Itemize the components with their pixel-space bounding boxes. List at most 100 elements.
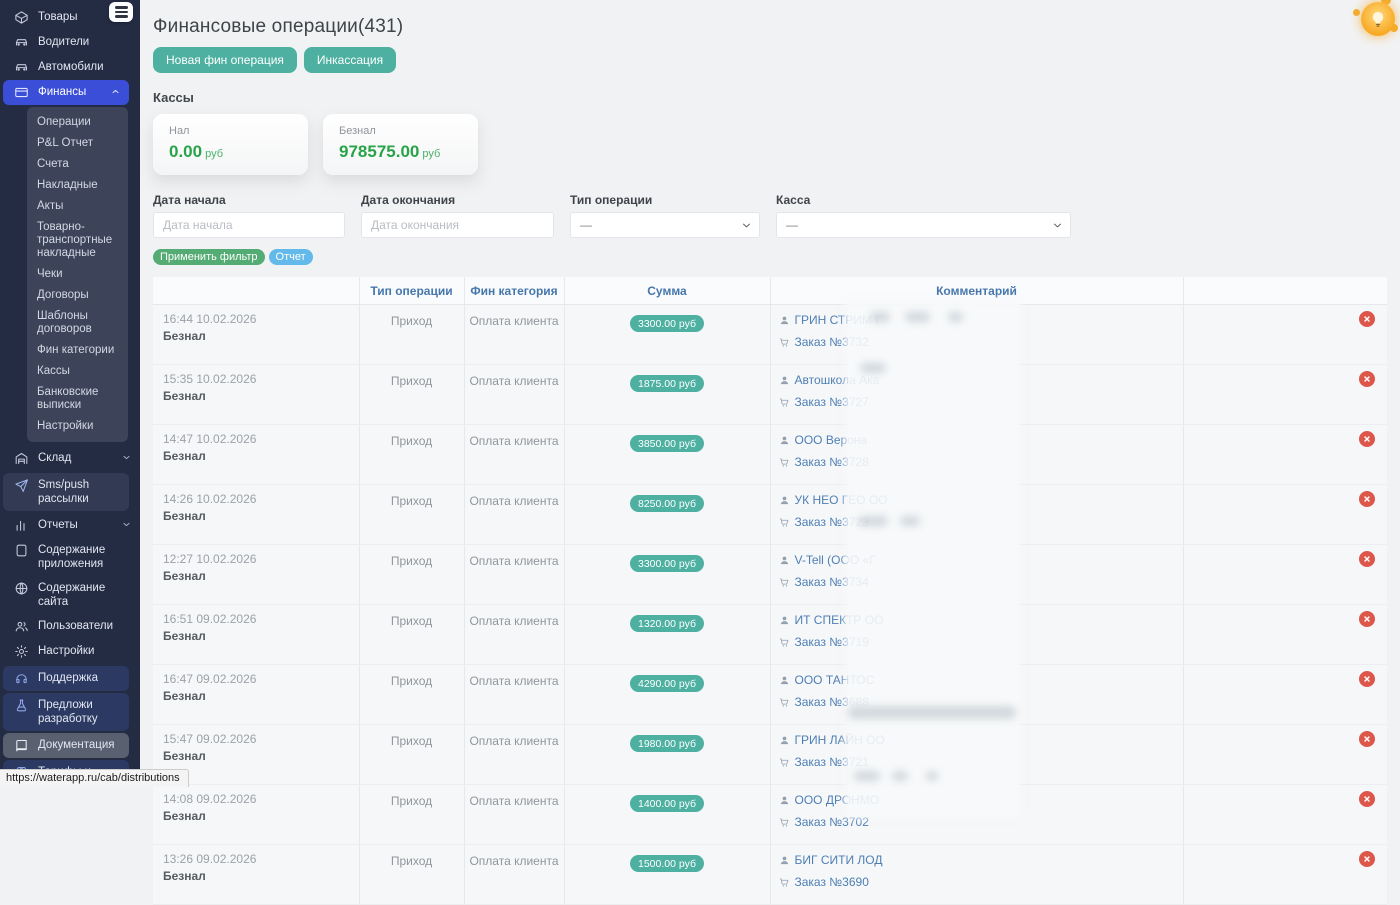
client-link[interactable]: ГРИН ЛАЙН ОО xyxy=(795,733,885,747)
sidebar-item-reports[interactable]: Отчеты xyxy=(0,513,140,538)
sidebar-item-warehouse[interactable]: Склад xyxy=(0,446,140,471)
submenu-item-accounts[interactable]: Счета xyxy=(27,154,128,175)
cash-card-cash: Нал0.00руб xyxy=(153,114,308,175)
sidebar-item-label: Водители xyxy=(38,35,132,49)
submenu-item-contract-templates[interactable]: Шаблоны договоров xyxy=(27,306,128,340)
order-link[interactable]: Заказ №3721 xyxy=(795,755,869,769)
client-link[interactable]: УК НЕО ГЕО ОО xyxy=(795,493,888,507)
operation-type-select[interactable]: — xyxy=(570,212,760,238)
delete-row-button[interactable] xyxy=(1359,731,1375,747)
sidebar-item-site-content[interactable]: Содержание сайта xyxy=(0,576,140,614)
delete-row-button[interactable] xyxy=(1359,491,1375,507)
delete-row-button[interactable] xyxy=(1359,611,1375,627)
report-button[interactable]: Отчет xyxy=(269,249,313,265)
sidebar-item-support[interactable]: Поддержка xyxy=(3,666,129,691)
apply-filter-button[interactable]: Применить фильтр xyxy=(153,249,265,265)
cash-register-select[interactable]: — xyxy=(776,212,1071,238)
operation-datetime: 14:08 09.02.2026 xyxy=(163,792,349,806)
operation-datetime: 15:47 09.02.2026 xyxy=(163,732,349,746)
submenu-item-cash-registers[interactable]: Кассы xyxy=(27,361,128,382)
operation-datetime: 12:27 10.02.2026 xyxy=(163,552,349,566)
client-link[interactable]: ООО ДРОНМО xyxy=(795,793,880,807)
delete-row-button[interactable] xyxy=(1359,851,1375,867)
client-link[interactable]: ООО ТАНТОС xyxy=(795,673,875,687)
sidebar-item-documentation[interactable]: Документация xyxy=(3,733,129,758)
client-link[interactable]: ООО Верона xyxy=(795,433,868,447)
delete-row-button[interactable] xyxy=(1359,551,1375,567)
submenu-item-pnl-report[interactable]: P&L Отчет xyxy=(27,133,128,154)
submenu-item-bank-statements[interactable]: Банковские выписки xyxy=(27,382,128,416)
submenu-item-acts[interactable]: Акты xyxy=(27,196,128,217)
operation-datetime: 14:26 10.02.2026 xyxy=(163,492,349,506)
collection-button[interactable]: Инкассация xyxy=(304,47,396,73)
sidebar-item-suggest-feature[interactable]: Предложи разработку xyxy=(3,693,129,731)
delete-row-button[interactable] xyxy=(1359,371,1375,387)
client-link[interactable]: Автошкола Ака xyxy=(795,373,880,387)
table-row: 13:26 09.02.2026 Безнал Приход Оплата кл… xyxy=(153,845,1387,905)
client-link[interactable]: БИГ СИТИ ЛОД xyxy=(795,853,883,867)
sidebar-toggle-button[interactable] xyxy=(109,2,133,22)
table-row: 14:08 09.02.2026 Безнал Приход Оплата кл… xyxy=(153,785,1387,845)
submenu-item-fin-categories[interactable]: Фин категории xyxy=(27,340,128,361)
date-start-input[interactable] xyxy=(153,212,345,238)
client-link[interactable]: ИТ СПЕКТР ОО xyxy=(795,613,884,627)
fin-category: Оплата клиента xyxy=(464,425,564,485)
sidebar-item-label: Автомобили xyxy=(38,60,132,74)
fin-category: Оплата клиента xyxy=(464,785,564,845)
cart-icon xyxy=(779,397,790,408)
cart-icon xyxy=(779,877,790,888)
delete-row-button[interactable] xyxy=(1359,671,1375,687)
date-end-input[interactable] xyxy=(361,212,554,238)
submenu-item-waybills[interactable]: Накладные xyxy=(27,175,128,196)
client-link[interactable]: ГРИН СТРИМ Г xyxy=(795,313,882,327)
operation-datetime: 13:26 09.02.2026 xyxy=(163,852,349,866)
amount-badge: 3300.00 руб xyxy=(630,315,704,332)
sidebar-item-cars[interactable]: Автомобили xyxy=(0,55,140,80)
table-row: 16:51 09.02.2026 Безнал Приход Оплата кл… xyxy=(153,605,1387,665)
currency-label: руб xyxy=(422,148,440,160)
submenu-item-transport-waybills[interactable]: Товарно-транспортные накладные xyxy=(27,217,128,264)
delete-row-button[interactable] xyxy=(1359,431,1375,447)
cash-card-cashless: Безнал978575.00руб xyxy=(323,114,478,175)
sidebar-item-label: Sms/push рассылки xyxy=(38,478,121,506)
submenu-item-settings[interactable]: Настройки xyxy=(27,416,128,437)
page-actions: Новая фин операция Инкассация xyxy=(153,47,1400,73)
order-link[interactable]: Заказ №3728 xyxy=(795,455,869,469)
amount-badge: 8250.00 руб xyxy=(630,495,704,512)
sidebar-item-drivers[interactable]: Водители xyxy=(0,30,140,55)
order-link[interactable]: Заказ №3727 xyxy=(795,395,869,409)
delete-row-button[interactable] xyxy=(1359,791,1375,807)
order-link[interactable]: Заказ №3719 xyxy=(795,635,869,649)
sidebar-item-finances[interactable]: Финансы xyxy=(3,80,129,105)
submenu-item-contracts[interactable]: Договоры xyxy=(27,285,128,306)
person-icon xyxy=(779,855,790,866)
order-link[interactable]: Заказ №3702 xyxy=(795,815,869,829)
table-row: 16:47 09.02.2026 Безнал Приход Оплата кл… xyxy=(153,665,1387,725)
submenu-item-receipts[interactable]: Чеки xyxy=(27,264,128,285)
selected-value: — xyxy=(786,218,798,232)
amount-badge: 1500.00 руб xyxy=(630,855,704,872)
sidebar-item-sms-push[interactable]: Sms/push рассылки xyxy=(3,473,129,511)
sidebar-item-users[interactable]: Пользователи xyxy=(0,614,140,639)
delete-row-button[interactable] xyxy=(1359,311,1375,327)
order-link[interactable]: Заказ №3723 xyxy=(795,515,869,529)
car-icon xyxy=(14,60,29,75)
currency-label: руб xyxy=(205,148,223,160)
order-link[interactable]: Заказ №3734 xyxy=(795,575,869,589)
column-header-4: Комментарий xyxy=(770,277,1183,305)
fin-category: Оплата клиента xyxy=(464,545,564,605)
order-link[interactable]: Заказ №3688 xyxy=(795,695,869,709)
sidebar-item-settings[interactable]: Настройки xyxy=(0,639,140,664)
table-header-row: Тип операцииФин категорияСуммаКомментари… xyxy=(153,277,1387,305)
filter-field-operation-type: Тип операции— xyxy=(570,193,760,238)
sidebar-item-app-content[interactable]: Содержание приложения xyxy=(0,538,140,576)
order-link[interactable]: Заказ №3690 xyxy=(795,875,869,889)
fin-category: Оплата клиента xyxy=(464,725,564,785)
car-icon xyxy=(14,35,29,50)
chevron-down-icon xyxy=(121,452,132,463)
client-link[interactable]: V-Tell (ООО «Г xyxy=(795,553,876,567)
order-link[interactable]: Заказ №3732 xyxy=(795,335,869,349)
submenu-item-operations[interactable]: Операции xyxy=(27,112,128,133)
bar-chart-icon xyxy=(14,518,29,533)
new-fin-operation-button[interactable]: Новая фин операция xyxy=(153,47,297,73)
